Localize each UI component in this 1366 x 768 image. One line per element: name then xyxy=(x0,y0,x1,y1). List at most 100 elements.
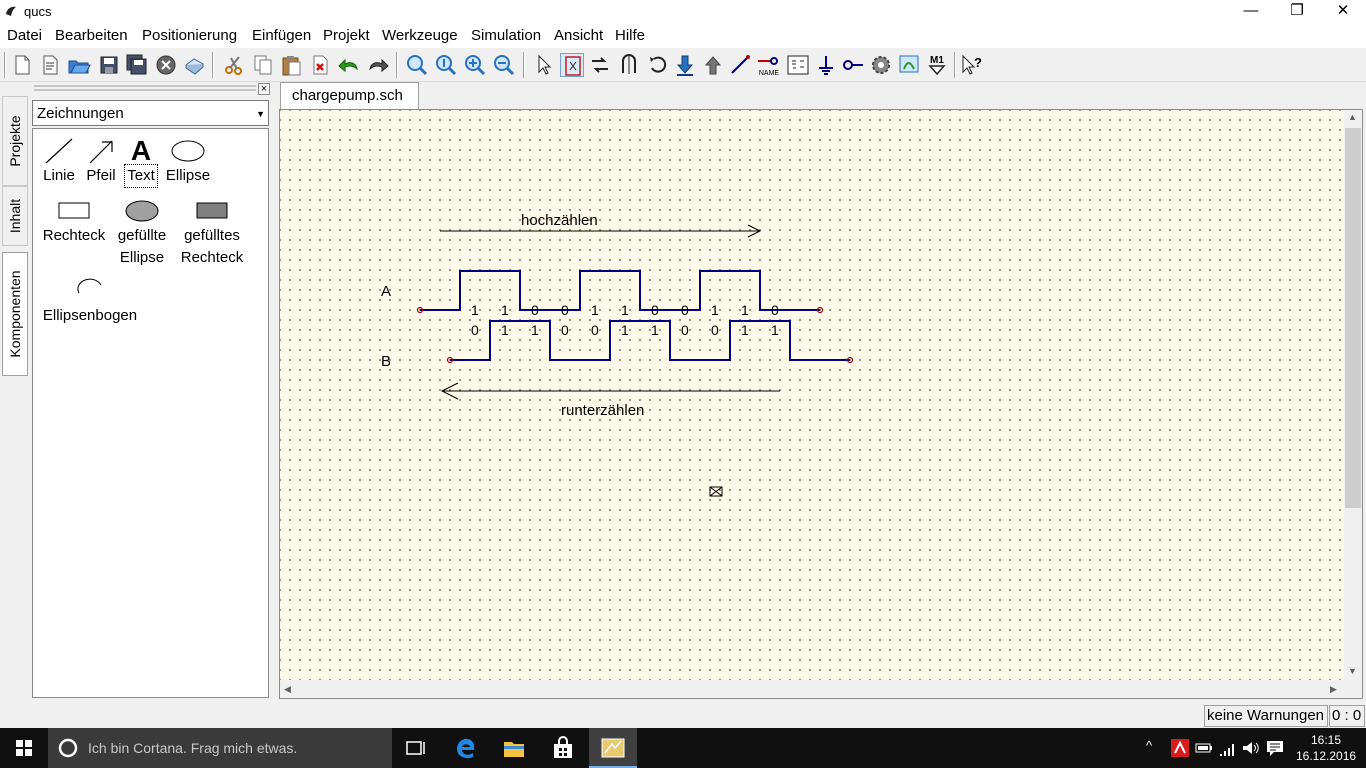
count-down-arrow[interactable] xyxy=(440,382,780,400)
scroll-right-arrow-icon[interactable]: ▶ xyxy=(1330,684,1337,695)
start-button[interactable] xyxy=(0,728,48,768)
count-up-arrow[interactable] xyxy=(440,224,762,238)
scroll-up-arrow-icon[interactable]: ▲ xyxy=(1348,112,1357,122)
bit-b[interactable]: 0 xyxy=(591,322,599,338)
zoom-one-button[interactable] xyxy=(434,53,458,77)
schematic-canvas[interactable]: hochzählen runterzählen A B 1 1 0 0 1 1 … xyxy=(280,110,1344,680)
battery-icon[interactable] xyxy=(1194,738,1214,758)
menu-datei[interactable]: Datei xyxy=(7,27,42,44)
mirror-y-button[interactable] xyxy=(617,53,641,77)
label-hochzaehlen[interactable]: hochzählen xyxy=(521,212,598,229)
undo-button[interactable] xyxy=(337,53,361,77)
ground-button[interactable] xyxy=(814,53,838,77)
palette-item-rectangle[interactable]: Rechteck xyxy=(39,197,109,247)
equation-button[interactable] xyxy=(786,53,810,77)
palette-item-arc[interactable]: Ellipsenbogen xyxy=(37,277,143,327)
taskbar-edge[interactable] xyxy=(442,728,490,768)
bit-b[interactable]: 1 xyxy=(501,322,509,338)
restore-button[interactable]: ❐ xyxy=(1274,0,1320,24)
bit-a[interactable]: 1 xyxy=(741,302,749,318)
palette-item-filled-rectangle[interactable]: gefülltes Rechteck xyxy=(177,197,247,269)
bit-a[interactable]: 1 xyxy=(591,302,599,318)
taskbar-qucs[interactable] xyxy=(589,728,637,768)
simulate-button[interactable] xyxy=(869,53,893,77)
palette-item-line[interactable]: Linie xyxy=(37,137,81,187)
view-data-button[interactable] xyxy=(897,53,921,77)
label-runterzaehlen[interactable]: runterzählen xyxy=(561,402,644,419)
bit-b[interactable]: 1 xyxy=(531,322,539,338)
mirror-x-button[interactable] xyxy=(588,53,612,77)
marker-button[interactable]: M1 xyxy=(925,53,949,77)
bit-b[interactable]: 0 xyxy=(681,322,689,338)
tab-chargepump-sch[interactable]: chargepump.sch xyxy=(280,82,419,110)
redo-button[interactable] xyxy=(366,53,390,77)
bit-b[interactable]: 1 xyxy=(771,322,779,338)
enter-subcircuit-button[interactable] xyxy=(673,53,697,77)
palette-item-arrow[interactable]: Pfeil xyxy=(83,137,119,187)
volume-icon[interactable] xyxy=(1240,738,1260,758)
zoom-out-button[interactable] xyxy=(492,53,516,77)
menu-bearbeiten[interactable]: Bearbeiten xyxy=(55,27,128,44)
copy-button[interactable] xyxy=(251,53,275,77)
dock-close-button[interactable]: × xyxy=(258,83,270,95)
whats-this-button[interactable]: ? xyxy=(960,53,984,77)
save-all-button[interactable] xyxy=(125,53,149,77)
cortana-search-box[interactable]: Ich bin Cortana. Frag mich etwas. xyxy=(48,728,392,768)
scroll-down-arrow-icon[interactable]: ▼ xyxy=(1348,666,1357,676)
menu-hilfe[interactable]: Hilfe xyxy=(615,27,645,44)
menu-positionierung[interactable]: Positionierung xyxy=(142,27,237,44)
task-view-button[interactable] xyxy=(392,728,440,768)
bit-a[interactable]: 0 xyxy=(771,302,779,318)
bit-a[interactable]: 0 xyxy=(561,302,569,318)
cut-button[interactable] xyxy=(222,53,246,77)
taskbar-explorer[interactable] xyxy=(490,728,538,768)
status-warnings[interactable]: keine Warnungen xyxy=(1204,705,1328,727)
close-window-button[interactable]: ✕ xyxy=(1320,0,1366,24)
horizontal-scrollbar[interactable]: ◀ ▶ xyxy=(280,680,1344,698)
edit-properties-button[interactable] xyxy=(560,53,584,77)
bit-a[interactable]: 0 xyxy=(531,302,539,318)
leave-subcircuit-button[interactable] xyxy=(701,53,725,77)
signal-label-a[interactable]: A xyxy=(381,283,391,300)
bit-a[interactable]: 0 xyxy=(651,302,659,318)
tab-projekte[interactable]: Projekte xyxy=(2,96,28,186)
signal-label-b[interactable]: B xyxy=(381,353,391,370)
delete-button[interactable] xyxy=(308,53,332,77)
palette-item-ellipse[interactable]: Ellipse xyxy=(163,137,213,187)
wire-label-button[interactable]: NAME xyxy=(756,53,782,77)
scroll-left-arrow-icon[interactable]: ◀ xyxy=(284,684,291,695)
wifi-signal-icon[interactable] xyxy=(1217,738,1237,758)
component-category-select[interactable]: Zeichnungen ▼ xyxy=(32,100,269,126)
bit-b[interactable]: 0 xyxy=(711,322,719,338)
bit-b[interactable]: 0 xyxy=(561,322,569,338)
save-button[interactable] xyxy=(97,53,121,77)
taskbar-store[interactable] xyxy=(539,728,587,768)
port-button[interactable] xyxy=(841,53,865,77)
bit-a[interactable]: 1 xyxy=(711,302,719,318)
waveform-b[interactable] xyxy=(450,320,850,361)
bit-b[interactable]: 1 xyxy=(621,322,629,338)
tray-chevron-up-icon[interactable]: ^ xyxy=(1146,738,1166,758)
menu-projekt[interactable]: Projekt xyxy=(323,27,370,44)
new-document-button[interactable] xyxy=(10,53,34,77)
palette-item-filled-ellipse[interactable]: gefüllte Ellipse xyxy=(113,197,171,269)
bit-b[interactable]: 1 xyxy=(741,322,749,338)
zoom-in-button[interactable] xyxy=(463,53,487,77)
minimize-button[interactable]: — xyxy=(1228,0,1274,24)
bit-a[interactable]: 1 xyxy=(471,302,479,318)
vertical-scroll-thumb[interactable] xyxy=(1345,128,1361,508)
menu-werkzeuge[interactable]: Werkzeuge xyxy=(382,27,458,44)
system-clock[interactable]: 16:15 16.12.2016 xyxy=(1296,732,1356,764)
menu-ansicht[interactable]: Ansicht xyxy=(554,27,603,44)
paste-button[interactable] xyxy=(279,53,303,77)
print-button[interactable] xyxy=(182,53,206,77)
action-center-icon[interactable] xyxy=(1265,738,1285,758)
close-document-button[interactable] xyxy=(154,53,178,77)
antivirus-icon[interactable] xyxy=(1170,738,1190,758)
bit-b[interactable]: 1 xyxy=(651,322,659,338)
tab-komponenten[interactable]: Komponenten xyxy=(2,252,28,376)
palette-item-text[interactable]: A Text xyxy=(123,137,159,188)
select-tool-button[interactable] xyxy=(532,53,556,77)
tab-inhalt[interactable]: Inhalt xyxy=(2,186,28,246)
bit-a[interactable]: 0 xyxy=(681,302,689,318)
